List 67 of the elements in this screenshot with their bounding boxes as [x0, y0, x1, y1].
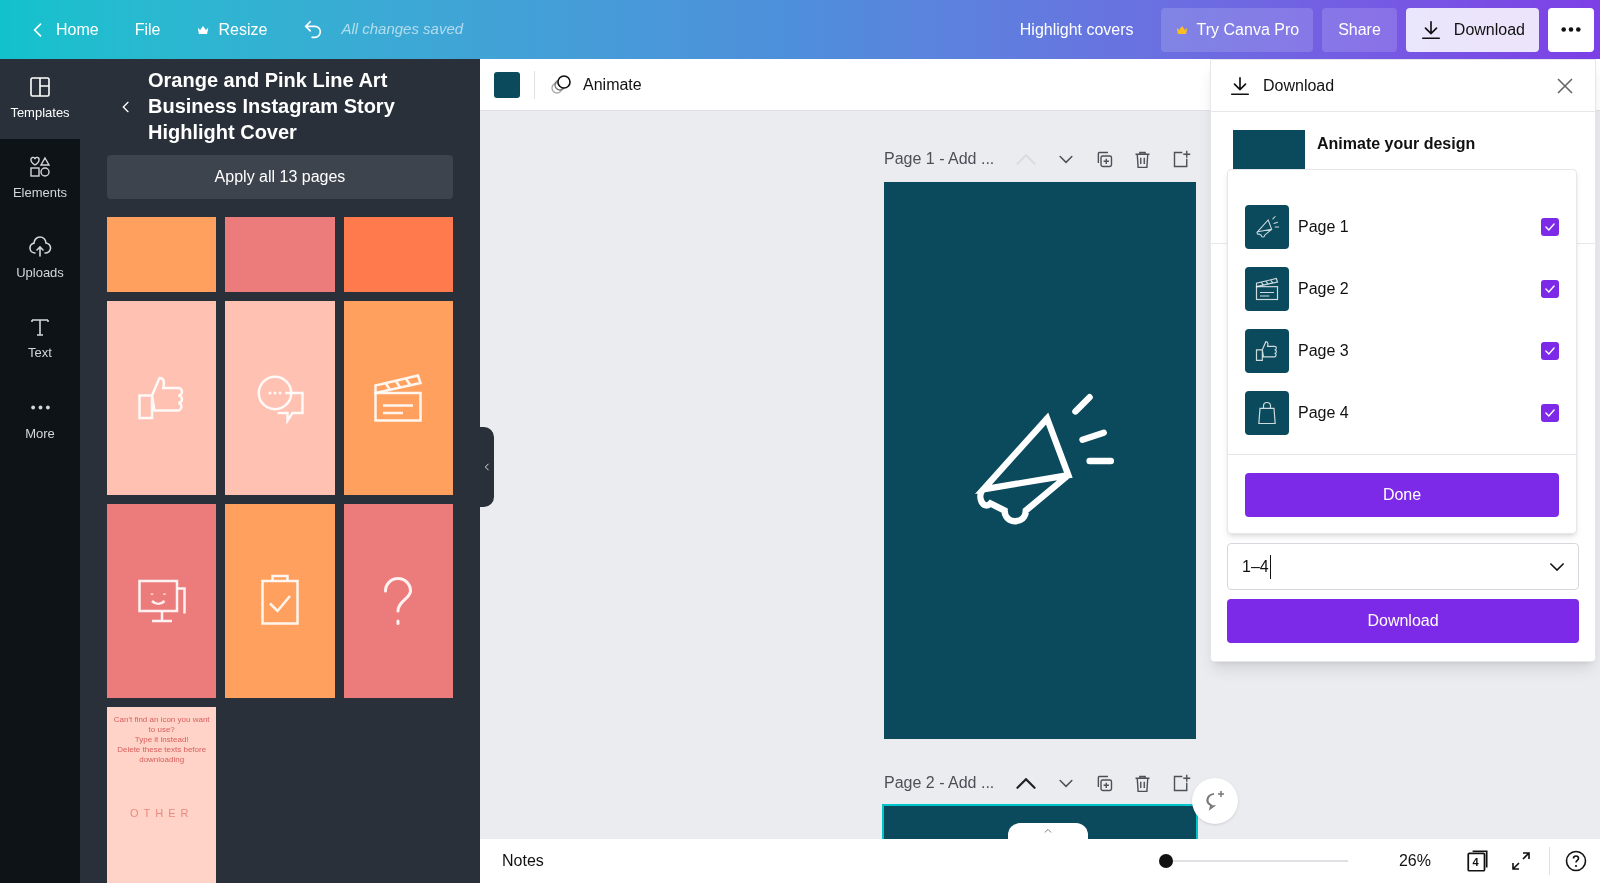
template-thumbnail[interactable]	[343, 301, 453, 495]
download-icon	[1419, 18, 1442, 41]
page-option[interactable]: Page 3	[1245, 320, 1559, 382]
page-option-label: Page 2	[1298, 279, 1349, 299]
more-button[interactable]	[1548, 7, 1594, 52]
template-caption: OTHER	[129, 806, 194, 821]
checkbox[interactable]	[1541, 342, 1559, 360]
design-title[interactable]: Highlight covers	[1019, 17, 1134, 42]
page-range-dropdown[interactable]: 1–4	[1227, 543, 1579, 590]
page-range-value: 1–4	[1242, 554, 1271, 579]
page-option[interactable]: Page 4	[1245, 382, 1559, 444]
page-option[interactable]: Page 2	[1245, 258, 1559, 320]
template-thumbnail[interactable]	[225, 301, 335, 495]
page-option-label: Page 1	[1298, 217, 1349, 237]
template-note: Can't find an icon you want to use? Type it instead! Delete these texts before downloading	[112, 715, 211, 765]
pages-icon	[1465, 848, 1491, 874]
color-swatch[interactable]	[494, 71, 520, 98]
page-title[interactable]: Page 2 - Add ...	[884, 771, 1012, 795]
template-thumbnail[interactable]	[343, 504, 453, 698]
checkbox[interactable]	[1541, 218, 1559, 236]
checkbox[interactable]	[1541, 404, 1559, 422]
save-status: All changes saved	[341, 19, 464, 40]
page-count: 4	[1471, 855, 1480, 869]
page-count-button[interactable]: 4	[1465, 848, 1491, 874]
panel-title: Download	[1263, 75, 1335, 96]
clapperboard-icon	[1253, 275, 1281, 303]
template-thumbnail[interactable]	[225, 504, 335, 698]
download-icon	[1229, 74, 1251, 97]
share-button[interactable]: Share	[1322, 7, 1397, 52]
rail-tab[interactable]: Text	[0, 299, 80, 379]
add-comment-button[interactable]	[1192, 778, 1238, 824]
animate-button[interactable]: Animate	[549, 72, 642, 97]
comment-icon	[1203, 789, 1227, 813]
notes-expand-tab[interactable]	[1008, 823, 1088, 839]
animate-icon	[549, 72, 573, 97]
template-thumbnail[interactable]	[107, 504, 217, 698]
notes-button[interactable]: Notes	[502, 849, 544, 873]
animation-thumbnail	[1233, 130, 1305, 170]
animate-design-label: Animate your design	[1317, 134, 1476, 154]
template-thumbnail[interactable]	[107, 301, 217, 495]
page-option-label: Page 4	[1298, 403, 1349, 423]
page-option-label: Page 3	[1298, 341, 1349, 361]
help-icon	[1564, 849, 1588, 873]
download-button[interactable]: Download	[1405, 7, 1539, 52]
rail-tab[interactable]: Templates	[0, 59, 80, 139]
rail-tab[interactable]: Uploads	[0, 219, 80, 299]
zoom-percentage[interactable]: 26%	[1398, 849, 1431, 873]
done-button[interactable]: Done	[1245, 473, 1559, 517]
checkbox[interactable]	[1541, 280, 1559, 298]
slider-thumb[interactable]	[1158, 854, 1173, 868]
panel-collapse-handle[interactable]	[480, 427, 494, 507]
download-submit-button[interactable]: Download	[1227, 599, 1579, 643]
rail-tab[interactable]: More	[0, 379, 80, 459]
page-title[interactable]: Page 1 - Add ...	[884, 147, 1012, 171]
collapse-chevron-icon	[482, 462, 492, 472]
more-icon	[30, 404, 50, 410]
chevron-up-icon	[1043, 826, 1053, 836]
expand-icon	[1509, 849, 1533, 873]
more-icon	[1560, 27, 1582, 32]
templates-icon	[28, 75, 52, 100]
elements-icon	[28, 155, 52, 180]
apply-all-button[interactable]: Apply all 13 pages	[107, 155, 453, 199]
rail-tab[interactable]: Elements	[0, 139, 80, 219]
panel-title: Orange and Pink Line Art Business Instagram Story Highlight Cover	[148, 68, 396, 145]
page-option[interactable]: Page 1	[1245, 196, 1559, 258]
uploads-icon	[28, 235, 52, 260]
chevron-down-icon	[1550, 562, 1564, 571]
